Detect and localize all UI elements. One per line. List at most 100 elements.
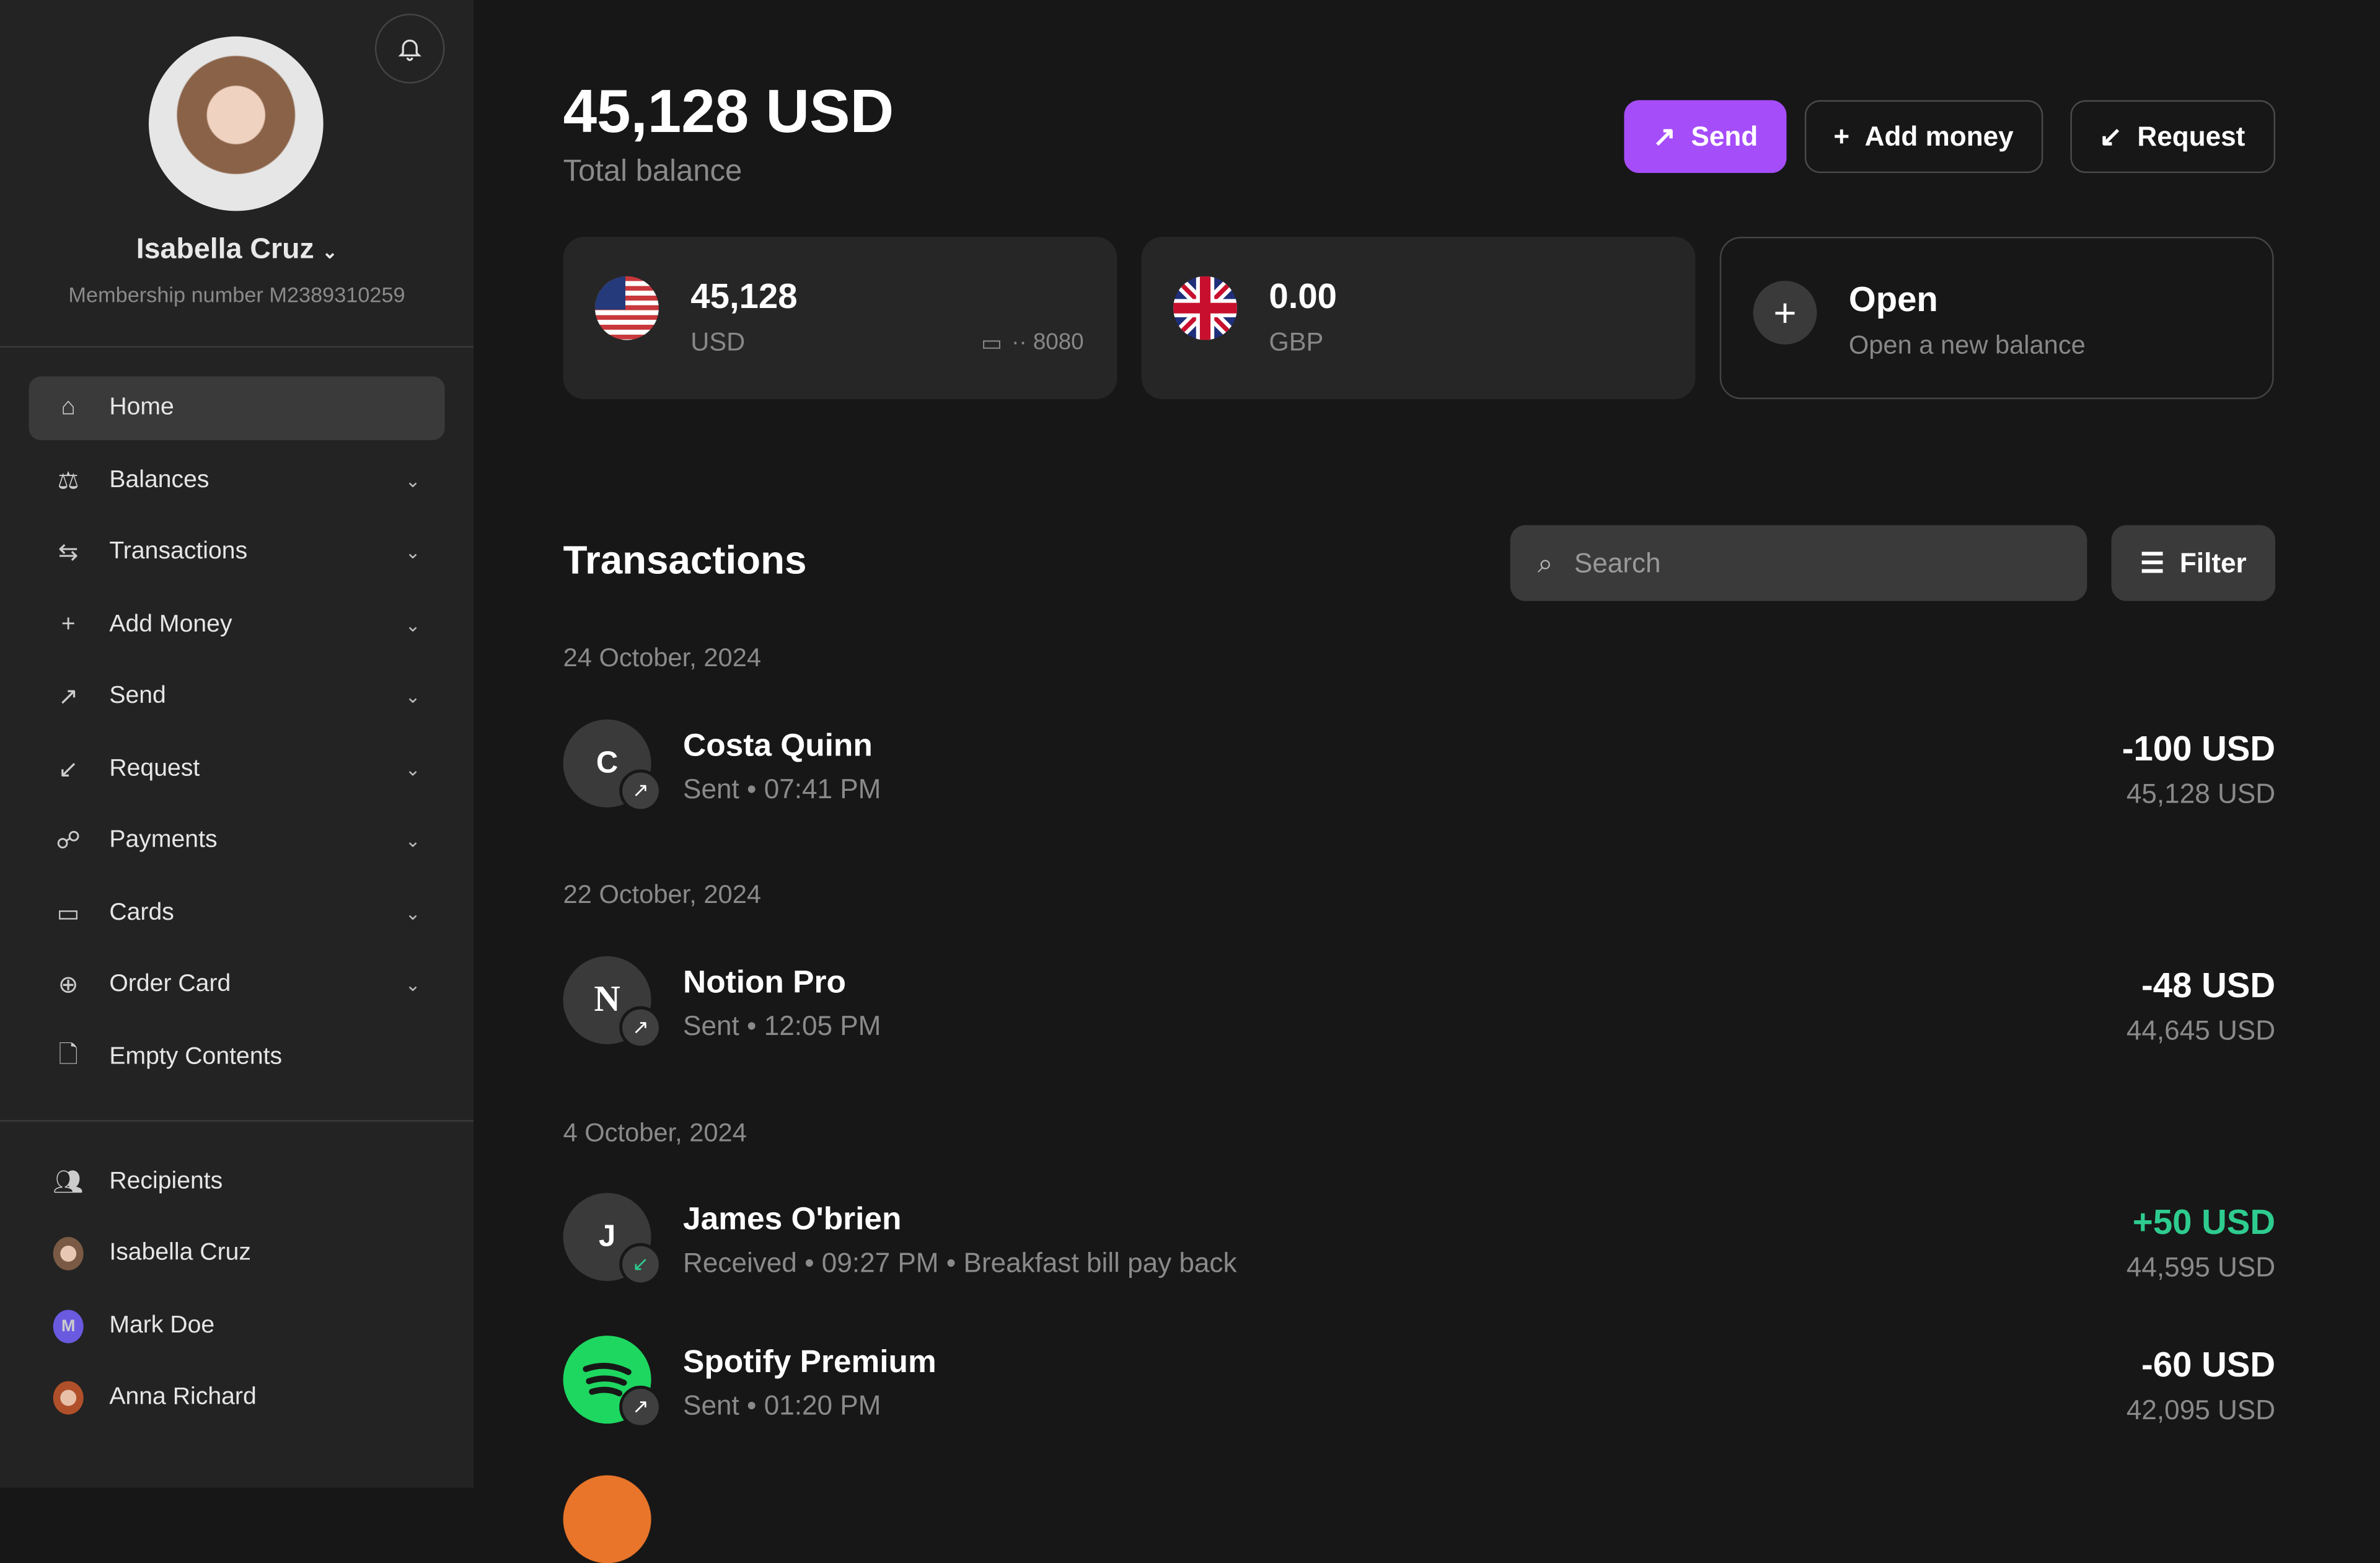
profile-avatar[interactable] — [149, 36, 324, 211]
chevron-down-icon: ⌄ — [405, 830, 421, 852]
add-money-button[interactable]: + Add money — [1804, 100, 2043, 174]
plus-icon: + — [61, 611, 76, 638]
date-header: 4 October, 2024 — [563, 1118, 747, 1148]
balance-card-gbp[interactable]: 0.00 GBP — [1141, 237, 1696, 400]
bell-icon — [398, 39, 421, 61]
recipient-isabella-cruz[interactable]: Isabella Cruz — [29, 1222, 445, 1285]
plus-icon: + — [1753, 281, 1817, 345]
balance-amount: 0.00 — [1269, 276, 1337, 316]
transaction-amount: -60 USD — [2141, 1344, 2276, 1385]
nav-balances[interactable]: ⚖ Balances ⌄ — [29, 449, 445, 513]
card-number: ▭ ·· 8080 — [981, 329, 1084, 356]
nav-label: Transactions — [109, 539, 248, 565]
user-menu[interactable]: Isabella Cruz ⌄ — [0, 234, 474, 267]
filter-label: Filter — [2179, 547, 2247, 578]
transaction-time: • 12:05 PM — [747, 1011, 881, 1042]
transaction-row[interactable]: C ↗ Costa Quinn Sent • 07:41 PM -100 USD… — [563, 719, 2276, 812]
nav-label: Send — [109, 683, 166, 709]
nav-recipients[interactable]: 👥︎ Recipients — [29, 1150, 445, 1214]
recipient-name: Anna Richard — [109, 1384, 257, 1411]
total-balance-label: Total balance — [563, 154, 743, 188]
transaction-row[interactable]: J ↙ James O'brien Received • 09:27 PM • … — [563, 1192, 2276, 1286]
open-balance-card[interactable]: + Open Open a new balance — [1719, 237, 2274, 400]
divider — [0, 346, 474, 348]
transaction-meta: Sent • 07:41 PM — [683, 774, 881, 806]
transaction-note: • Breakfast bill pay back — [946, 1248, 1237, 1279]
nav-request[interactable]: ↙ Request ⌄ — [29, 737, 445, 801]
transaction-type: Sent — [683, 773, 739, 804]
nav-label: Cards — [109, 900, 174, 926]
nav-home[interactable]: ⌂ Home — [29, 376, 445, 441]
open-title: Open — [1848, 279, 1938, 319]
nav-transactions[interactable]: ⇆ Transactions ⌄ — [29, 521, 445, 584]
send-label: Send — [1691, 120, 1758, 151]
send-button[interactable]: ↗ Send — [1624, 100, 1787, 174]
nav-label: Recipients — [109, 1168, 223, 1195]
nav-send[interactable]: ↗ Send ⌄ — [29, 665, 445, 729]
open-subtitle: Open a new balance — [1848, 330, 2086, 360]
plus-circle-icon: ⊕ — [58, 972, 79, 999]
request-button[interactable]: ↙ Request — [2070, 100, 2276, 174]
avatar: M — [53, 1310, 84, 1344]
transaction-meta: Sent • 12:05 PM — [683, 1011, 881, 1042]
transactions-title: Transactions — [563, 537, 807, 583]
nav-label: Home — [109, 394, 174, 421]
transaction-type: Sent — [683, 1390, 739, 1421]
arrow-down-left-icon: ↙ — [58, 757, 79, 783]
uk-flag-icon — [1173, 276, 1237, 340]
user-name: Isabella Cruz — [136, 234, 314, 266]
chevron-down-icon: ⌄ — [405, 974, 421, 996]
home-icon: ⌂ — [61, 394, 76, 421]
transaction-name: James O'brien — [683, 1202, 902, 1237]
sent-arrow-icon: ↗ — [619, 1385, 662, 1429]
sliders-icon: ☰ — [2140, 547, 2165, 578]
transaction-amount: +50 USD — [2132, 1202, 2276, 1242]
filter-button[interactable]: ☰ Filter — [2111, 525, 2276, 601]
nav-order-card[interactable]: ⊕ Order Card ⌄ — [29, 953, 445, 1017]
sent-arrow-icon: ↗ — [619, 769, 662, 812]
total-balance: 45,128 USD — [563, 79, 894, 146]
search-icon: ⌕ — [1537, 547, 1553, 578]
transaction-meta: Received • 09:27 PM • Breakfast bill pay… — [683, 1248, 1236, 1279]
nav-label: Empty Contents — [109, 1044, 283, 1070]
transaction-balance: 44,645 USD — [2126, 1015, 2276, 1046]
transaction-meta: Sent • 01:20 PM — [683, 1390, 881, 1422]
transaction-amount: -48 USD — [2141, 965, 2276, 1005]
membership-number: Membership number M2389310259 — [68, 282, 405, 307]
recipient-name: Isabella Cruz — [109, 1239, 252, 1266]
transaction-name: Costa Quinn — [683, 728, 873, 764]
transaction-time: • 07:41 PM — [747, 773, 881, 804]
transaction-balance: 44,595 USD — [2126, 1252, 2276, 1283]
divider — [0, 1120, 474, 1122]
transaction-row[interactable]: N ↗ Notion Pro Sent • 12:05 PM -48 USD 4… — [563, 956, 2276, 1049]
nav-label: Payments — [109, 827, 218, 853]
card-icon: ▭ — [56, 901, 80, 928]
search-input[interactable]: ⌕ Search — [1510, 525, 2087, 601]
nav-add-money[interactable]: + Add Money ⌄ — [29, 594, 445, 658]
transaction-amount: -100 USD — [2122, 728, 2276, 768]
chevron-down-icon: ⌄ — [405, 759, 421, 780]
chevron-down-icon: ⌄ — [405, 903, 421, 925]
nav-cards[interactable]: ▭ Cards ⌄ — [29, 882, 445, 946]
recipient-anna-richard[interactable]: Anna Richard — [29, 1366, 445, 1430]
transaction-type: Sent — [683, 1011, 739, 1042]
scale-icon: ⚖ — [57, 469, 79, 495]
avatar — [563, 1475, 651, 1563]
transaction-type: Received — [683, 1248, 797, 1279]
received-arrow-icon: ↙ — [619, 1243, 662, 1286]
recipient-mark-doe[interactable]: M Mark Doe — [29, 1295, 445, 1358]
file-icon: 🗋 — [58, 1042, 78, 1068]
transaction-row[interactable]: ↗ Spotify Premium Sent • 01:20 PM -60 US… — [563, 1336, 2276, 1429]
card-last-digits: ·· 8080 — [1011, 329, 1084, 356]
chevron-down-icon: ⌄ — [405, 470, 421, 492]
nav-payments[interactable]: ☍ Payments ⌄ — [29, 809, 445, 873]
nav-label: Order Card — [109, 971, 231, 997]
notifications-button[interactable] — [374, 14, 445, 84]
arrow-up-right-icon: ↗ — [1652, 120, 1676, 151]
date-header: 24 October, 2024 — [563, 643, 762, 672]
balance-card-usd[interactable]: 45,128 USD ▭ ·· 8080 — [563, 237, 1117, 400]
arrow-down-left-icon: ↙ — [2099, 120, 2122, 151]
chevron-down-icon: ⌄ — [405, 614, 421, 636]
recipient-name: Mark Doe — [109, 1313, 215, 1339]
nav-empty-contents[interactable]: 🗋 Empty Contents — [29, 1026, 445, 1090]
